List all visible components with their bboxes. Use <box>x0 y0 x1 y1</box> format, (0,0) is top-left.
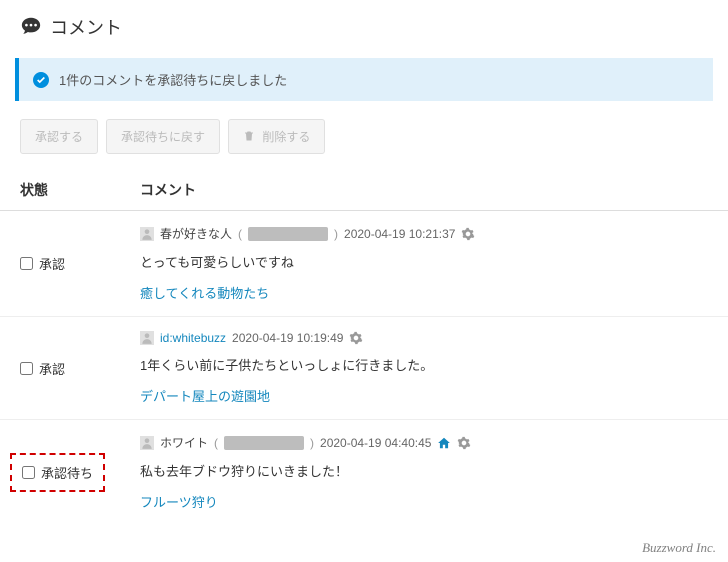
comment-timestamp: 2020-04-19 10:19:49 <box>232 331 343 345</box>
comment-timestamp: 2020-04-19 04:40:45 <box>320 436 431 450</box>
row-select-checkbox[interactable] <box>20 257 33 270</box>
status-label: 承認 <box>39 359 65 378</box>
avatar <box>140 331 154 345</box>
table-row: 承認 春が好きな人()2020-04-19 10:21:37 とっても可愛らしいです… <box>0 211 728 317</box>
comment-meta: 春が好きな人()2020-04-19 10:21:37 <box>140 225 708 242</box>
bulk-action-toolbar: 承認する 承認待ちに戻す 削除する <box>0 119 728 170</box>
status-label: 承認 <box>39 254 65 273</box>
table-row: 承認 id:whitebuzz 2020-04-19 10:19:49 1年くらい前に… <box>0 317 728 420</box>
status-cell: 承認 <box>20 359 100 378</box>
comment-author: ホワイト <box>160 434 208 451</box>
post-link[interactable]: デパート屋上の遊園地 <box>140 389 270 404</box>
status-label: 承認待ち <box>41 463 93 482</box>
post-link[interactable]: フルーツ狩り <box>140 495 218 510</box>
page-header: コメント <box>0 0 728 58</box>
revert-to-pending-button[interactable]: 承認待ちに戻す <box>106 119 220 154</box>
status-cell: 承認待ち <box>10 453 105 492</box>
comment-body: 1年くらい前に子供たちといっしょに行きました。 <box>140 355 708 374</box>
comment-author[interactable]: id:whitebuzz <box>160 331 226 345</box>
home-icon[interactable] <box>437 436 451 450</box>
row-select-checkbox[interactable] <box>20 362 33 375</box>
footer-credit: Buzzword Inc. <box>642 540 716 556</box>
post-link[interactable]: 癒してくれる動物たち <box>140 286 269 301</box>
approve-button[interactable]: 承認する <box>20 119 98 154</box>
column-header-status: 状態 <box>0 170 120 211</box>
checkmark-icon <box>33 72 49 88</box>
comments-table: 状態 コメント 承認 春が好きな人()2020-04-19 10:21:37 とって… <box>0 170 728 525</box>
comment-timestamp: 2020-04-19 10:21:37 <box>344 227 455 241</box>
delete-button-label: 削除する <box>262 130 310 144</box>
gear-icon[interactable] <box>461 227 475 241</box>
comment-body: とっても可愛らしいですね <box>140 252 708 271</box>
comment-body: 私も去年ブドウ狩りにいきました！ <box>140 461 708 480</box>
gear-icon[interactable] <box>349 331 363 345</box>
table-row: 承認待ち ホワイト()2020-04-19 04:40:45 私も去年ブドウ狩りにい… <box>0 420 728 526</box>
avatar <box>140 227 154 241</box>
success-alert: 1件のコメントを承認待ちに戻しました <box>15 58 713 101</box>
comment-meta: ホワイト()2020-04-19 04:40:45 <box>140 434 708 451</box>
comment-author: 春が好きな人 <box>160 225 232 242</box>
delete-button[interactable]: 削除する <box>228 119 325 154</box>
status-cell: 承認 <box>20 254 100 273</box>
trash-icon <box>243 131 258 145</box>
masked-info <box>248 227 328 241</box>
column-header-comment: コメント <box>120 170 728 211</box>
masked-info <box>224 436 304 450</box>
alert-message: 1件のコメントを承認待ちに戻しました <box>59 70 287 89</box>
gear-icon[interactable] <box>457 436 471 450</box>
comment-bubble-icon <box>20 15 50 40</box>
page-title: コメント <box>50 14 122 40</box>
row-select-checkbox[interactable] <box>22 466 35 479</box>
avatar <box>140 436 154 450</box>
comment-meta: id:whitebuzz 2020-04-19 10:19:49 <box>140 331 708 345</box>
